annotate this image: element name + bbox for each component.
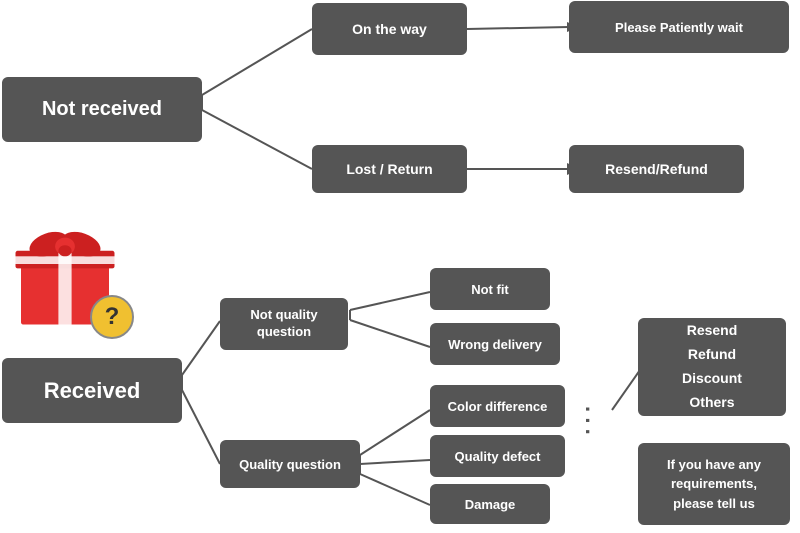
not-received-node: Not received xyxy=(2,77,202,142)
quality-defect-node: Quality defect xyxy=(430,435,565,477)
if-requirements-node: If you have any requirements, please tel… xyxy=(638,443,790,525)
not-quality-question-node: Not quality question xyxy=(220,298,348,350)
wrong-delivery-node: Wrong delivery xyxy=(430,323,560,365)
received-node: Received xyxy=(2,358,182,423)
flowchart: ? Not received On the way Please Patient… xyxy=(0,0,800,533)
quality-question-node: Quality question xyxy=(220,440,360,488)
question-mark-icon: ? xyxy=(90,295,134,339)
damage-node: Damage xyxy=(430,484,550,524)
color-difference-node: Color difference xyxy=(430,385,565,427)
on-the-way-node: On the way xyxy=(312,3,467,55)
resend-options-node: Resend Refund Discount Others xyxy=(638,318,786,416)
resend-refund-top-node: Resend/Refund xyxy=(569,145,744,193)
please-wait-node: Please Patiently wait xyxy=(569,1,789,53)
lost-return-node: Lost / Return xyxy=(312,145,467,193)
not-fit-node: Not fit xyxy=(430,268,550,310)
dots-connector: ··· xyxy=(574,406,600,440)
